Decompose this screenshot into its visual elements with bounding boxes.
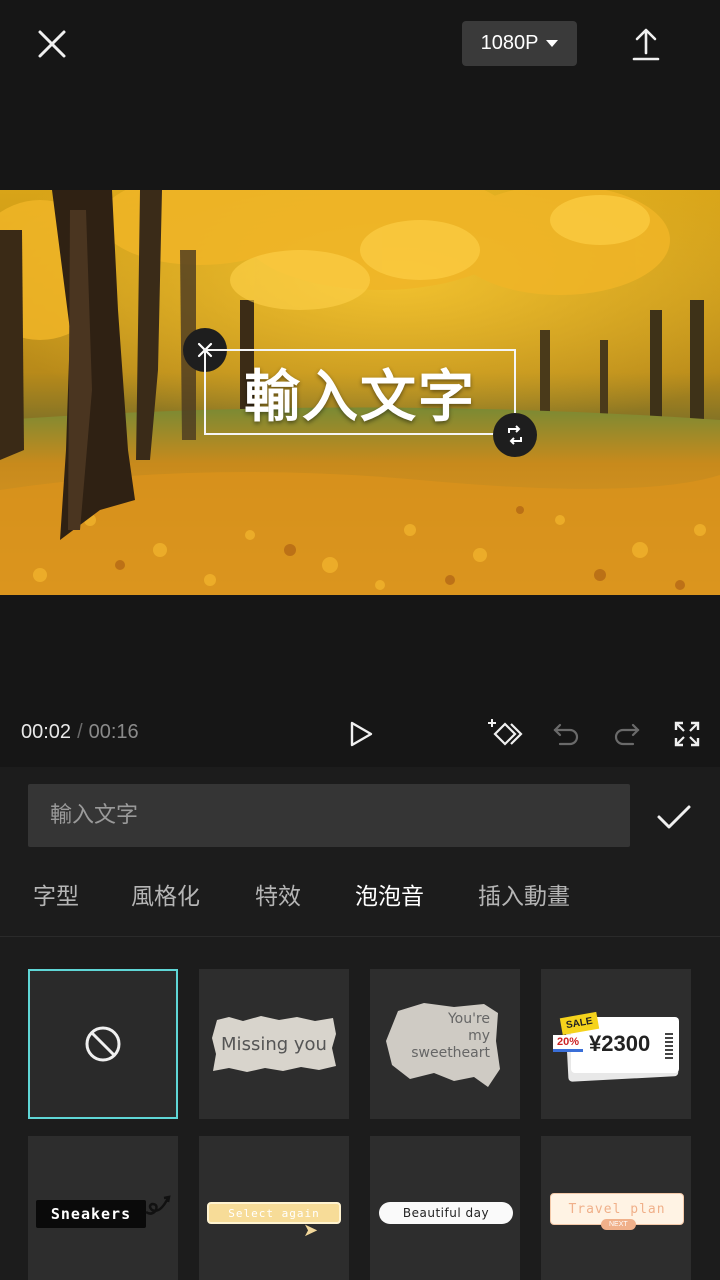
playback-bar: 00:02/00:16 <box>0 700 720 766</box>
barcode <box>665 1031 673 1059</box>
rotate-scale-handle[interactable] <box>493 413 537 457</box>
video-editor-screen: 1080P 輸入文字 00:02 / 00:16 輸入文字 字型 風格化 特效 … <box>0 0 720 1280</box>
bubble-text: You're my sweetheart <box>404 1011 490 1062</box>
keyframe-icon <box>488 719 523 746</box>
time-display: 00:02/00:16 <box>21 721 139 744</box>
tab-font[interactable]: 字型 <box>33 877 79 911</box>
check-icon <box>657 805 691 829</box>
rotate-icon <box>508 425 522 445</box>
undo-icon <box>553 723 579 746</box>
chevron-down-icon <box>546 40 559 47</box>
time-separator: / <box>77 721 83 743</box>
bubble-tile-select-again[interactable]: Select again ➤ <box>199 1136 349 1280</box>
play-icon <box>350 721 373 747</box>
bubble-tile-price-tag[interactable]: ¥2300 SALE 20% <box>541 969 691 1119</box>
bubble-tile-beautiful-day[interactable]: Beautiful day <box>370 1136 520 1280</box>
tab-animation[interactable]: 插入動畫 <box>478 877 570 911</box>
close-button[interactable] <box>30 22 74 66</box>
bubble-text-line: You're <box>447 1011 490 1027</box>
text-edit-panel: 字型 風格化 特效 泡泡音 插入動畫 Missing you <box>0 767 720 1280</box>
swirl-icon <box>145 1195 171 1215</box>
bubble-text: Select again <box>228 1206 320 1220</box>
export-icon <box>632 28 660 61</box>
close-icon <box>38 30 66 58</box>
select-again-bar: Select again <box>207 1202 341 1224</box>
bubble-tile-sneakers[interactable]: Sneakers <box>28 1136 178 1280</box>
bubble-tile-sweetheart[interactable]: You're my sweetheart <box>370 969 520 1119</box>
bubble-text: Sneakers <box>50 1205 132 1223</box>
play-button[interactable] <box>341 714 381 754</box>
bubble-text: Travel plan <box>568 1201 666 1217</box>
tab-effects[interactable]: 特效 <box>255 877 301 911</box>
bubble-none-tile[interactable] <box>28 969 178 1119</box>
export-button[interactable] <box>624 22 668 66</box>
bubble-text: Beautiful day <box>402 1206 490 1220</box>
cursor-icon: ➤ <box>303 1220 319 1240</box>
discount-badge: 20% <box>553 1035 584 1052</box>
text-overlay-box[interactable]: 輸入文字 <box>204 349 516 435</box>
bubble-tile-missing-you[interactable]: Missing you <box>199 969 349 1119</box>
tab-bubble[interactable]: 泡泡音 <box>355 877 424 911</box>
overlay-text: 輸入文字 <box>244 364 476 430</box>
video-preview[interactable]: 輸入文字 <box>0 190 720 595</box>
bubble-text-line: sweetheart <box>411 1045 490 1061</box>
bubble-tile-travel-plan[interactable]: Travel plan NEXT <box>541 1136 691 1280</box>
next-badge: NEXT <box>601 1219 636 1230</box>
total-time: 00:16 <box>88 721 139 743</box>
price-text: ¥2300 <box>589 1031 651 1056</box>
current-time: 00:02 <box>21 721 72 743</box>
redo-icon <box>614 723 640 746</box>
bubble-text-line: my <box>468 1028 490 1044</box>
confirm-button[interactable] <box>652 795 696 839</box>
top-bar: 1080P <box>0 0 720 90</box>
redo-button[interactable] <box>607 714 647 754</box>
tab-divider <box>0 936 720 937</box>
sneakers-label: Sneakers <box>36 1200 146 1228</box>
tab-style[interactable]: 風格化 <box>131 877 200 911</box>
no-entry-icon <box>85 1026 121 1062</box>
undo-button[interactable] <box>546 714 586 754</box>
fullscreen-icon <box>674 721 700 747</box>
keyframe-button[interactable] <box>485 714 525 754</box>
fullscreen-button[interactable] <box>667 714 707 754</box>
bubble-text: Missing you <box>221 1033 327 1055</box>
resolution-dropdown[interactable]: 1080P <box>462 21 577 66</box>
resolution-label: 1080P <box>480 32 539 54</box>
style-tabs: 字型 風格化 特效 泡泡音 插入動畫 <box>0 877 720 937</box>
text-input[interactable] <box>28 784 630 847</box>
beautiful-day-pill: Beautiful day <box>379 1202 513 1224</box>
